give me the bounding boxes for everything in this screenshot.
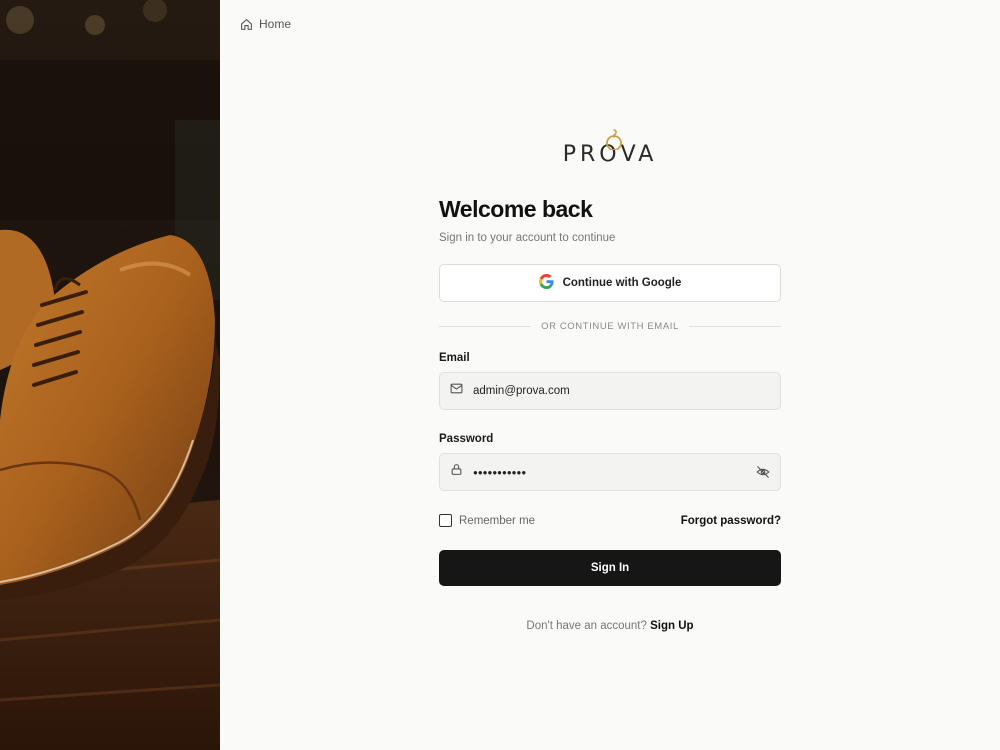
page-title: Welcome back xyxy=(439,196,593,222)
divider-text: OR CONTINUE WITH EMAIL xyxy=(541,321,679,332)
mail-icon xyxy=(450,382,463,400)
email-input[interactable] xyxy=(473,385,770,397)
page-subtitle: Sign in to your account to continue xyxy=(439,232,616,244)
login-panel: Home PRΟVA Welcome back Sign in to your … xyxy=(220,0,1000,750)
sign-in-button[interactable]: Sign In xyxy=(439,550,781,586)
sign-up-link[interactable]: Sign Up xyxy=(650,620,693,632)
password-field[interactable] xyxy=(439,453,781,491)
signup-prompt: Don't have an account? Sign Up xyxy=(439,620,781,632)
hanger-icon xyxy=(605,129,622,150)
eye-off-icon[interactable] xyxy=(756,465,770,479)
google-signin-button[interactable]: Continue with Google xyxy=(439,264,781,302)
brand-logo: PRΟVA xyxy=(439,129,781,174)
divider-line-right xyxy=(688,326,782,327)
email-field[interactable] xyxy=(439,372,781,410)
google-icon xyxy=(538,274,554,292)
password-label: Password xyxy=(439,433,494,445)
options-row: Remember me Forgot password? xyxy=(439,514,781,527)
forgot-password-link[interactable]: Forgot password? xyxy=(681,515,781,527)
or-divider: OR CONTINUE WITH EMAIL xyxy=(439,321,782,332)
home-label: Home xyxy=(259,17,292,31)
remember-checkbox[interactable] xyxy=(439,514,452,527)
remember-me[interactable]: Remember me xyxy=(439,514,535,527)
login-page: Home PRΟVA Welcome back Sign in to your … xyxy=(0,0,1000,750)
divider-line-left xyxy=(439,326,532,327)
brand-wordmark: PRΟVA xyxy=(563,129,658,174)
password-input[interactable] xyxy=(473,467,746,477)
email-label: Email xyxy=(439,352,470,364)
hero-shoe-image xyxy=(0,0,220,750)
signup-prompt-text: Don't have an account? xyxy=(526,620,647,632)
google-button-label: Continue with Google xyxy=(562,277,682,289)
remember-label: Remember me xyxy=(459,514,536,527)
lock-icon xyxy=(450,463,463,481)
login-form: PRΟVA Welcome back Sign in to your accou… xyxy=(439,129,782,632)
home-icon xyxy=(240,18,253,31)
home-link[interactable]: Home xyxy=(240,17,291,31)
